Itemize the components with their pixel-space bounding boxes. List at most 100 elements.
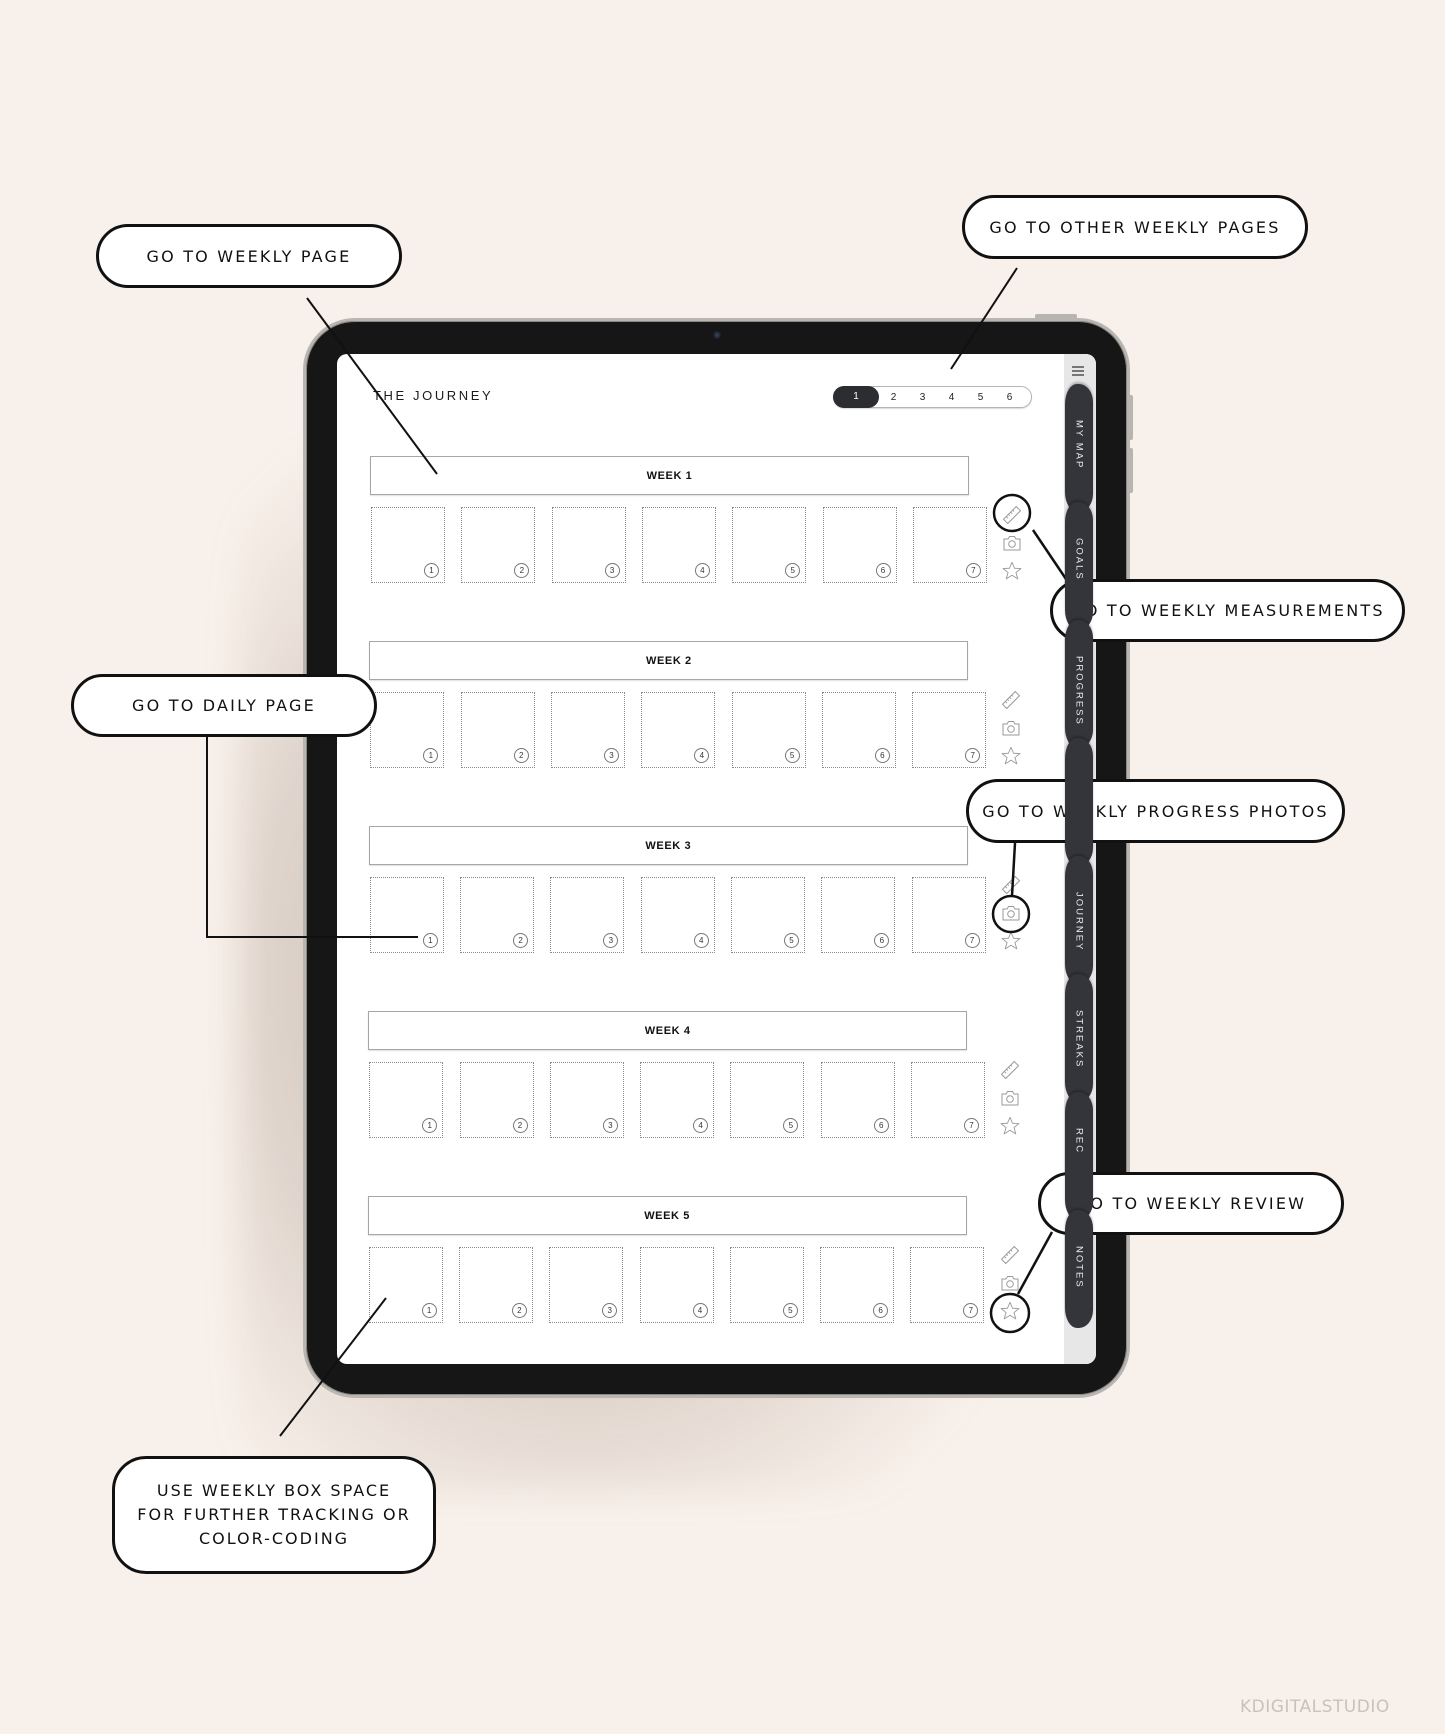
day-number-button[interactable]: 3	[603, 933, 619, 948]
side-tab-rec[interactable]: REC	[1065, 1092, 1093, 1220]
week-4-day-4-box[interactable]: 4	[640, 1062, 715, 1138]
day-number-button[interactable]: 2	[513, 933, 529, 948]
side-tab-streaks[interactable]: STREAKS	[1065, 974, 1093, 1102]
week-4-day-5-box[interactable]: 5	[730, 1062, 805, 1138]
day-number-button[interactable]: 3	[602, 1118, 618, 1133]
week-1-day-2-box[interactable]: 2	[461, 507, 536, 583]
day-number-button[interactable]: 3	[604, 748, 619, 763]
day-number-button[interactable]: 3	[602, 1303, 618, 1318]
page-3-button[interactable]: 3	[908, 392, 937, 403]
week-1-day-1-box[interactable]: 1	[371, 507, 445, 583]
day-number-button[interactable]: 7	[965, 563, 981, 578]
week-5-day-2-box[interactable]: 2	[458, 1247, 533, 1323]
page-2-button[interactable]: 2	[879, 392, 908, 403]
week-3-day-1-box[interactable]: 1	[369, 877, 444, 953]
day-number-button[interactable]: 2	[514, 563, 530, 578]
week-2-day-7-box[interactable]: 7	[912, 692, 987, 768]
week-3-weekly-measurements-button[interactable]	[1000, 874, 1022, 896]
week-5-weekly-review-button[interactable]	[999, 1300, 1021, 1322]
week-3-day-2-box[interactable]: 2	[460, 877, 535, 953]
week-1-weekly-measurements-button[interactable]	[1001, 504, 1023, 526]
week-4-day-3-box[interactable]: 3	[549, 1062, 624, 1138]
week-3-day-7-box[interactable]: 7	[911, 877, 986, 953]
week-5-day-1-box[interactable]: 1	[368, 1247, 443, 1323]
week-2-day-2-box[interactable]: 2	[460, 692, 535, 768]
week-3-day-5-box[interactable]: 5	[731, 877, 805, 953]
day-number-button[interactable]: 6	[873, 1118, 889, 1133]
week-2-header[interactable]: WEEK 2	[369, 641, 969, 680]
page-6-button[interactable]: 6	[995, 392, 1024, 403]
week-2-day-5-box[interactable]: 5	[731, 692, 806, 768]
week-2-weekly-review-button[interactable]	[1000, 745, 1022, 767]
week-3-day-6-box[interactable]: 6	[821, 877, 896, 953]
week-4-header[interactable]: WEEK 4	[368, 1011, 968, 1050]
week-4-weekly-review-button[interactable]	[999, 1115, 1021, 1137]
day-number-button[interactable]: 3	[604, 563, 620, 578]
day-number-button[interactable]: 4	[693, 933, 709, 948]
day-number-button[interactable]: 4	[692, 1303, 708, 1318]
week-1-weekly-progress-photos-button[interactable]	[1001, 532, 1023, 554]
week-4-day-1-box[interactable]: 1	[369, 1062, 444, 1138]
day-number-button[interactable]: 5	[784, 748, 800, 763]
week-5-day-6-box[interactable]: 6	[820, 1247, 895, 1323]
week-2-weekly-measurements-button[interactable]	[1000, 689, 1022, 711]
week-5-day-4-box[interactable]: 4	[639, 1247, 714, 1323]
side-tab-journey[interactable]: JOURNEY	[1065, 856, 1093, 984]
week-3-header[interactable]: WEEK 3	[368, 826, 968, 865]
week-1-header[interactable]: WEEK 1	[370, 456, 969, 495]
day-number-button[interactable]: 4	[693, 1118, 709, 1133]
week-3-weekly-review-button[interactable]	[1000, 930, 1022, 952]
page-4-button[interactable]: 4	[937, 392, 966, 403]
week-2-weekly-progress-photos-button[interactable]	[1000, 717, 1022, 739]
menu-button[interactable]	[1067, 362, 1089, 380]
day-number-button[interactable]: 7	[963, 1303, 979, 1318]
day-number-button[interactable]: 5	[783, 1118, 799, 1133]
day-number-button[interactable]: 6	[874, 748, 890, 763]
week-1-day-3-box[interactable]: 3	[551, 507, 626, 583]
week-1-day-5-box[interactable]: 5	[732, 507, 807, 583]
day-number-button[interactable]: 1	[421, 1303, 437, 1318]
day-number-button[interactable]: 6	[874, 933, 890, 948]
week-5-weekly-progress-photos-button[interactable]	[999, 1272, 1021, 1294]
side-tab-my-map[interactable]: MY MAP	[1065, 384, 1093, 512]
week-1-day-7-box[interactable]: 7	[912, 507, 987, 583]
side-tab-progress[interactable]: PROGRESS	[1065, 620, 1093, 748]
side-tab-hidden[interactable]	[1065, 738, 1093, 866]
week-4-weekly-progress-photos-button[interactable]	[999, 1087, 1021, 1109]
week-4-day-2-box[interactable]: 2	[459, 1062, 534, 1138]
week-4-day-6-box[interactable]: 6	[820, 1062, 895, 1138]
week-2-day-6-box[interactable]: 6	[821, 692, 896, 768]
day-number-button[interactable]: 2	[511, 1303, 527, 1318]
day-number-button[interactable]: 4	[694, 563, 710, 578]
day-number-button[interactable]: 7	[965, 748, 981, 763]
day-number-button[interactable]: 6	[875, 563, 891, 578]
side-tab-goals[interactable]: GOALS	[1065, 502, 1093, 630]
week-4-day-7-box[interactable]: 7	[911, 1062, 985, 1138]
day-number-button[interactable]: 7	[964, 1118, 979, 1133]
day-number-button[interactable]: 1	[424, 563, 439, 578]
day-number-button[interactable]: 5	[785, 563, 801, 578]
week-4-weekly-measurements-button[interactable]	[999, 1059, 1021, 1081]
week-3-day-4-box[interactable]: 4	[640, 877, 715, 953]
day-number-button[interactable]: 1	[422, 1118, 438, 1133]
week-5-weekly-measurements-button[interactable]	[999, 1244, 1021, 1266]
week-5-day-3-box[interactable]: 3	[549, 1247, 624, 1323]
week-5-day-5-box[interactable]: 5	[729, 1247, 804, 1323]
week-5-header[interactable]: WEEK 5	[367, 1196, 967, 1235]
week-2-day-4-box[interactable]: 4	[641, 692, 716, 768]
page-5-button[interactable]: 5	[966, 392, 995, 403]
day-number-button[interactable]: 4	[694, 748, 710, 763]
week-5-day-7-box[interactable]: 7	[910, 1247, 985, 1323]
week-3-weekly-progress-photos-button[interactable]	[1000, 902, 1022, 924]
day-number-button[interactable]: 2	[512, 1118, 528, 1133]
day-number-button[interactable]: 5	[782, 1303, 798, 1318]
day-number-button[interactable]: 5	[784, 933, 799, 948]
page-1-button[interactable]: 1	[833, 386, 879, 408]
week-2-day-3-box[interactable]: 3	[551, 692, 625, 768]
day-number-button[interactable]: 6	[873, 1303, 889, 1318]
day-number-button[interactable]: 1	[423, 748, 439, 763]
week-2-day-1-box[interactable]: 1	[370, 692, 445, 768]
day-number-button[interactable]: 7	[964, 933, 980, 948]
week-1-weekly-review-button[interactable]	[1001, 560, 1023, 582]
day-number-button[interactable]: 1	[422, 933, 438, 948]
